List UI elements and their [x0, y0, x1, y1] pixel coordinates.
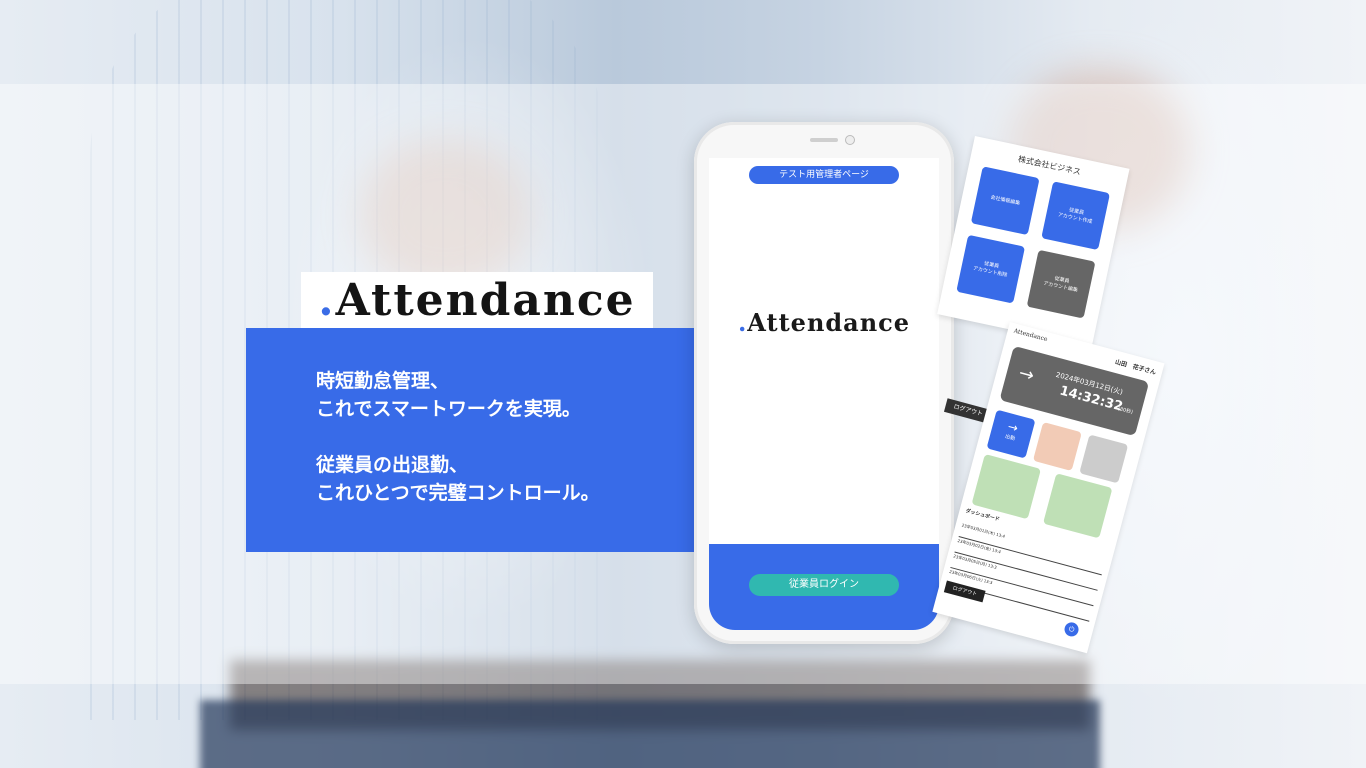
background-jeans — [200, 700, 1100, 768]
hero-line-4: これひとつで完璧コントロール。 — [316, 482, 600, 504]
hero-line-1: 時短勤怠管理、 — [316, 370, 450, 392]
tile-account-create[interactable]: 従業員 アカウント作成 — [1041, 181, 1111, 251]
clock-out-button[interactable] — [1079, 434, 1129, 484]
phone-screen: テスト用管理者ページ .Attendance 従業員ログイン — [709, 158, 939, 630]
phone-footer: 従業員ログイン — [709, 544, 939, 630]
hero-line-2: これでスマートワークを実現。 — [316, 398, 581, 420]
green-tile-1[interactable] — [971, 454, 1042, 520]
brand-logo: .Attendance — [301, 272, 653, 328]
brand-logo-text: .Attendance — [318, 274, 636, 326]
green-tile-2[interactable] — [1042, 473, 1113, 539]
tile-account-edit[interactable]: 従業員 アカウント編集 — [1026, 249, 1096, 319]
hero-panel: 時短勤怠管理、 これでスマートワークを実現。 従業員の出退勤、 これひとつで完璧… — [246, 328, 706, 552]
clock-in-button[interactable]: → 出勤 — [986, 409, 1036, 459]
phone-speaker — [810, 138, 838, 142]
phone-mockup: テスト用管理者ページ .Attendance 従業員ログイン — [694, 122, 954, 644]
tile-account-delete[interactable]: 従業員 アカウント削除 — [956, 234, 1026, 304]
power-icon[interactable]: ⏻ — [1062, 620, 1081, 638]
phone-camera-icon — [845, 135, 855, 145]
user-name: 山田 花子さん — [1114, 358, 1157, 377]
login-arrow-icon: → — [1016, 362, 1037, 387]
admin-page-button[interactable]: テスト用管理者ページ — [749, 166, 899, 184]
tile-company-edit[interactable]: 会社情報編集 — [970, 166, 1040, 236]
break-button[interactable] — [1032, 422, 1082, 472]
hero-line-3: 従業員の出退勤、 — [316, 454, 469, 476]
employee-login-button[interactable]: 従業員ログイン — [749, 574, 899, 596]
phone-logo: .Attendance — [737, 308, 911, 337]
